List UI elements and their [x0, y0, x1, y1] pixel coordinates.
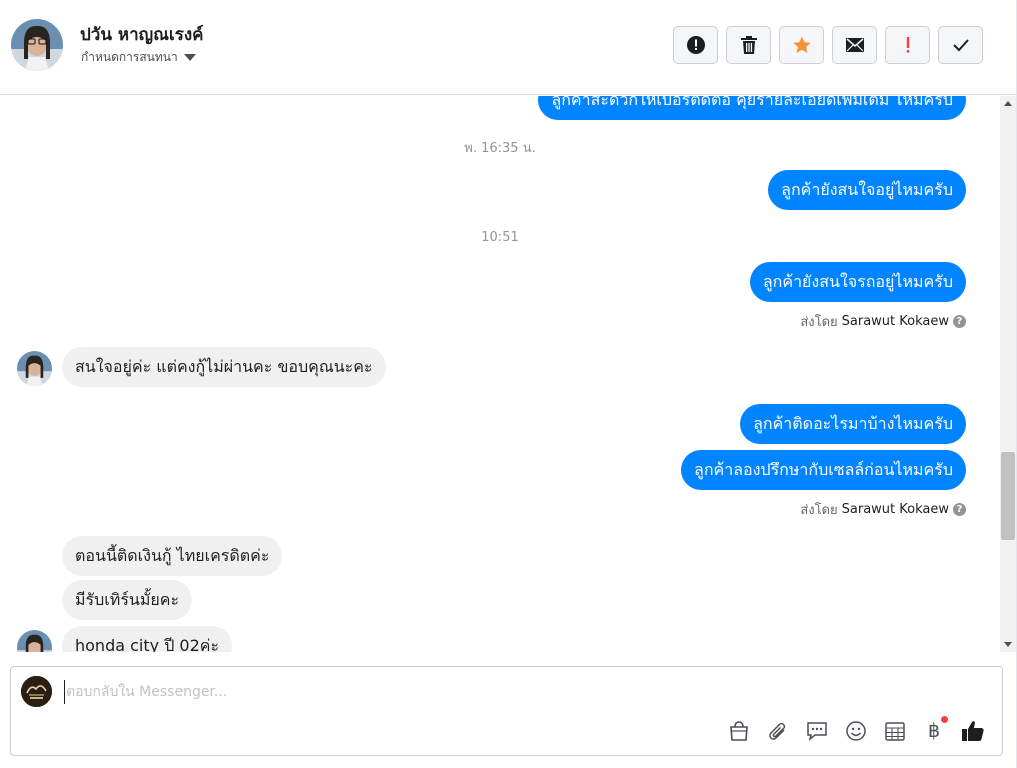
- caret-down-icon: [183, 54, 196, 61]
- outgoing-message[interactable]: ลูกค้าลองปรึกษากับเซลล์ก่อนไหมครับ: [681, 450, 966, 490]
- shop-button[interactable]: [727, 719, 751, 743]
- star-button[interactable]: [779, 26, 824, 64]
- outgoing-message[interactable]: ลูกค้าสะดวกให้เบอร์ติดต่อ คุยรายละเอียดเ…: [538, 96, 966, 120]
- envelope-icon: [845, 38, 864, 52]
- conversation-actions: [673, 26, 983, 64]
- contact-avatar-small: [17, 630, 52, 652]
- scrollbar-thumb[interactable]: [1001, 452, 1015, 540]
- conversation-settings-label: กำหนดการสนทนา: [81, 50, 178, 64]
- contact-avatar-small: [17, 351, 52, 386]
- scroll-down-arrow-icon[interactable]: [1004, 642, 1012, 647]
- star-icon: [792, 36, 811, 53]
- thread-scrollbar[interactable]: [1000, 96, 1017, 652]
- trash-icon: [740, 36, 757, 54]
- notification-dot: [941, 716, 948, 723]
- mark-done-button[interactable]: [938, 26, 983, 64]
- saved-reply-icon: [807, 722, 827, 741]
- outgoing-message[interactable]: ลูกค้ายังสนใจรถอยู่ไหมครับ: [749, 262, 966, 302]
- sent-by-agent: Sarawut Kokaew: [841, 502, 949, 517]
- contact-avatar[interactable]: [11, 19, 63, 71]
- incoming-message[interactable]: สนใจอยู่ค่ะ แต่คงกู้ไม่ผ่านคะ ขอบคุณนะคะ: [62, 347, 386, 387]
- alert-circle-icon: [686, 36, 705, 54]
- outgoing-message[interactable]: ลูกค้ายังสนใจอยู่ไหมครับ: [768, 170, 966, 210]
- reply-input[interactable]: [64, 680, 964, 704]
- appointment-icon: [885, 722, 905, 741]
- check-icon: [952, 39, 969, 52]
- message-thread[interactable]: ลูกค้าสะดวกให้เบอร์ติดต่อ คุยรายละเอียดเ…: [0, 96, 1000, 652]
- outgoing-message[interactable]: ลูกค้าติดอะไรมาบ้างไหมครับ: [740, 404, 966, 444]
- attachment-icon: [769, 722, 786, 740]
- appointment-button[interactable]: [883, 719, 907, 743]
- report-spam-button[interactable]: [673, 26, 718, 64]
- composer-toolbar: ฿: [727, 716, 985, 743]
- shop-bag-icon: [730, 721, 748, 741]
- message-timestamp: พ. 16:35 น.: [464, 141, 536, 156]
- message-timestamp: 10:51: [481, 230, 519, 245]
- sent-by-prefix: ส่งโดย: [800, 503, 838, 518]
- exclamation-icon: [906, 37, 909, 53]
- like-button[interactable]: [961, 719, 985, 743]
- delete-button[interactable]: [726, 26, 771, 64]
- sent-by-prefix: ส่งโดย: [800, 315, 838, 330]
- payment-icon: ฿: [927, 720, 941, 742]
- help-icon[interactable]: ?: [953, 315, 966, 328]
- sent-by-agent: Sarawut Kokaew: [841, 314, 949, 329]
- incoming-message[interactable]: honda city ปี 02ค่ะ: [62, 626, 233, 652]
- scroll-up-arrow-icon[interactable]: [1004, 101, 1012, 106]
- contact-name[interactable]: ปวัน หาญณเรงค์: [80, 21, 204, 48]
- conversation-settings-dropdown[interactable]: กำหนดการสนทนา: [81, 48, 196, 67]
- incoming-message[interactable]: ตอนนี้ติดเงินกู้ ไทยเครดิตค่ะ: [62, 536, 283, 576]
- payment-button[interactable]: ฿: [922, 716, 948, 743]
- sent-by-label: ส่งโดย Sarawut Kokaew ?: [800, 499, 966, 520]
- emoji-button[interactable]: [844, 719, 868, 743]
- emoji-icon: [846, 721, 866, 741]
- help-icon[interactable]: ?: [953, 503, 966, 516]
- page-avatar: [21, 676, 52, 707]
- attach-file-button[interactable]: [766, 719, 790, 743]
- saved-replies-button[interactable]: [805, 719, 829, 743]
- sent-by-label: ส่งโดย Sarawut Kokaew ?: [800, 311, 966, 332]
- mark-important-button[interactable]: [885, 26, 930, 64]
- like-icon: [962, 721, 984, 741]
- message-composer: ฿: [10, 666, 1003, 756]
- incoming-message[interactable]: มีรับเทิร์นมั้ยคะ: [62, 580, 193, 620]
- conversation-header: ปวัน หาญณเรงค์ กำหนดการสนทนา: [0, 0, 1017, 95]
- mark-unread-button[interactable]: [832, 26, 877, 64]
